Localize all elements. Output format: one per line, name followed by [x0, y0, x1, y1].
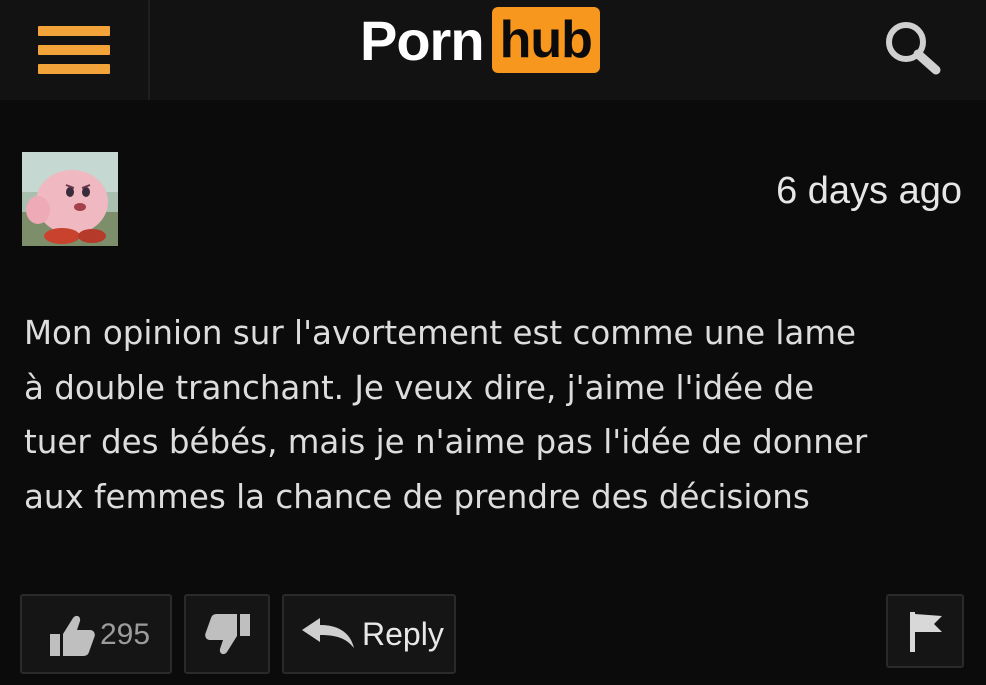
- site-header: Porn hub: [0, 0, 986, 100]
- reply-button[interactable]: Reply: [282, 594, 456, 674]
- search-button[interactable]: [876, 14, 956, 78]
- search-icon: [876, 14, 956, 78]
- flag-button[interactable]: [886, 594, 964, 668]
- avatar[interactable]: [22, 152, 118, 246]
- thumbs-up-icon: [46, 612, 96, 658]
- comment-line: Mon opinion sur l'avortement est comme u…: [24, 314, 857, 352]
- reply-arrow-icon: [300, 616, 356, 652]
- comment-line: à double tranchant. Je veux dire, j'aime…: [24, 368, 815, 407]
- logo-text-hub: hub: [491, 7, 600, 73]
- like-button[interactable]: 295: [20, 594, 172, 674]
- comment-timestamp: 6 days ago: [776, 170, 962, 212]
- thumbs-down-icon: [204, 612, 254, 658]
- comment-line: aux femmes la chance de prendre des déci…: [24, 477, 810, 516]
- kirby-avatar-icon: [22, 152, 118, 246]
- menu-button[interactable]: [0, 0, 150, 100]
- like-count: 295: [100, 618, 151, 651]
- logo-text-porn: Porn: [360, 8, 485, 72]
- comment-line: tuer des bébés, mais je n'aime pas l'idé…: [24, 423, 868, 461]
- dislike-button[interactable]: [184, 594, 270, 674]
- comment-text: Mon opinion sur l'avortement est comme u…: [24, 306, 974, 524]
- site-logo[interactable]: Porn hub: [360, 4, 600, 76]
- flag-icon: [906, 610, 946, 654]
- reply-label: Reply: [362, 616, 444, 652]
